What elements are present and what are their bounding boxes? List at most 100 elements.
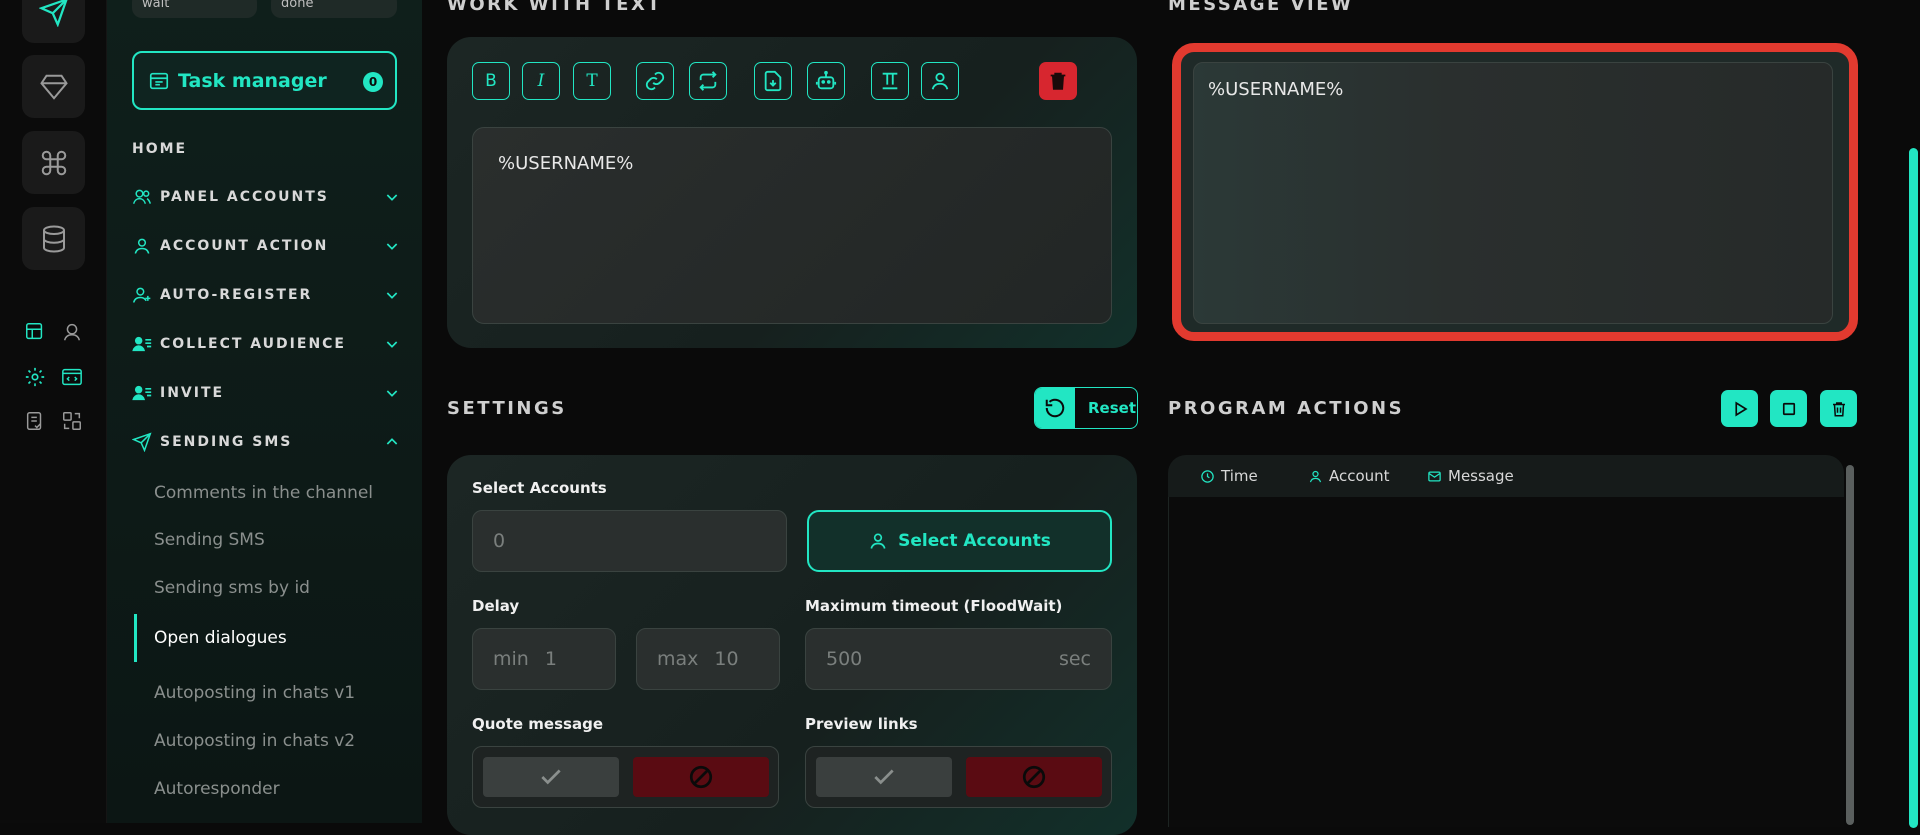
nav-home[interactable]: HOME: [132, 141, 187, 157]
forbidden-icon: [1022, 765, 1046, 789]
italic-button[interactable]: I: [522, 62, 560, 100]
quote-message-label: Quote message: [472, 715, 603, 733]
user-list-icon: [132, 336, 152, 352]
sidebar: wait done Task manager 0 HOME PANEL ACCO…: [107, 0, 422, 823]
rail-database-button[interactable]: [22, 207, 85, 270]
column-message: Message: [1427, 467, 1514, 485]
chevron-down-icon: [386, 243, 398, 250]
bot-button[interactable]: [807, 62, 845, 100]
rail-send-button[interactable]: [22, 0, 85, 43]
database-icon: [42, 225, 65, 253]
user-icon: [134, 238, 150, 254]
username-button[interactable]: [921, 62, 959, 100]
user-plus-icon: [132, 287, 151, 303]
timeout-label: Maximum timeout (FloodWait): [805, 597, 1063, 615]
start-button[interactable]: [1721, 390, 1758, 427]
rail-mini-swap-button[interactable]: [59, 408, 85, 434]
nav-sending-sms[interactable]: SENDING SMS: [132, 430, 400, 454]
quote-no-button[interactable]: [633, 757, 769, 797]
stop-button[interactable]: [1770, 390, 1807, 427]
rail-mini-code-button[interactable]: [59, 364, 85, 390]
sub-item-autoposting-v2[interactable]: Autoposting in chats v2: [134, 726, 424, 756]
bold-icon: B: [485, 71, 497, 91]
send-icon: [38, 0, 67, 27]
users-icon: [132, 189, 152, 204]
actions-scrollbar[interactable]: [1846, 465, 1854, 825]
nav-label: SENDING SMS: [160, 434, 293, 450]
nav-account-action[interactable]: ACCOUNT ACTION: [132, 234, 400, 258]
sub-item-comments-in-channel[interactable]: Comments in the channel: [134, 478, 424, 508]
sub-item-sending-sms-by-id[interactable]: Sending sms by id: [134, 573, 424, 603]
text-button[interactable]: T: [573, 62, 611, 100]
nav-label: AUTO-REGISTER: [160, 287, 313, 303]
clear-text-button[interactable]: [1039, 62, 1077, 100]
task-list-icon: [149, 72, 169, 89]
gear-icon: [25, 367, 45, 387]
preview-yes-button[interactable]: [816, 757, 952, 797]
delay-min-input[interactable]: min 1: [472, 628, 616, 690]
forbidden-icon: [689, 765, 713, 789]
delay-max-input[interactable]: max 10: [636, 628, 780, 690]
check-icon: [541, 769, 561, 785]
repeat-button[interactable]: [689, 62, 727, 100]
task-manager-button[interactable]: Task manager 0: [132, 51, 397, 110]
rail-mini-user-button[interactable]: [59, 319, 85, 345]
rail-diamond-button[interactable]: [22, 55, 85, 118]
sub-item-open-dialogues[interactable]: Open dialogues: [134, 614, 424, 662]
icon-rail: [0, 0, 107, 823]
bold-button[interactable]: B: [472, 62, 510, 100]
nav-panel-accounts[interactable]: PANEL ACCOUNTS: [132, 185, 400, 209]
rail-command-button[interactable]: [22, 131, 85, 194]
table-gear-icon: [26, 323, 43, 340]
work-with-text-title: WORK WITH TEXT: [447, 0, 663, 15]
quote-yes-button[interactable]: [483, 757, 619, 797]
file-download-icon: [764, 70, 782, 92]
sub-item-autoposting-v1[interactable]: Autoposting in chats v1: [134, 678, 424, 708]
nav-collect-audience[interactable]: COLLECT AUDIENCE: [132, 332, 400, 356]
import-file-button[interactable]: [754, 62, 792, 100]
user-list-icon: [132, 385, 152, 401]
command-icon: [41, 150, 66, 175]
select-accounts-button-label: Select Accounts: [898, 531, 1051, 551]
clear-log-button[interactable]: [1820, 390, 1857, 427]
text-format-icon: [882, 72, 898, 90]
rail-mini-table-button[interactable]: [22, 319, 48, 345]
column-account: Account: [1308, 467, 1390, 485]
rail-mini-checklist-button[interactable]: [22, 408, 48, 434]
selected-accounts-value: 0: [493, 530, 506, 552]
preview-no-button[interactable]: [966, 757, 1102, 797]
sub-item-autoresponder[interactable]: Autoresponder: [134, 774, 424, 804]
link-button[interactable]: [636, 62, 674, 100]
timeout-unit: sec: [1058, 648, 1091, 670]
send-icon: [132, 432, 152, 452]
delay-min-label: min: [493, 648, 529, 670]
mail-icon: [1428, 471, 1441, 481]
rail-mini-settings-button[interactable]: [22, 364, 48, 390]
nav-label: ACCOUNT ACTION: [160, 238, 329, 254]
timeout-value: 500: [826, 648, 863, 670]
user-icon: [1309, 470, 1322, 482]
trash-icon: [1050, 72, 1066, 90]
column-time: Time: [1200, 467, 1258, 485]
column-message-label: Message: [1448, 467, 1514, 485]
nav-auto-register[interactable]: AUTO-REGISTER: [132, 283, 400, 307]
page-scrollbar[interactable]: [1909, 148, 1918, 828]
message-textarea[interactable]: %USERNAME%: [472, 127, 1112, 324]
select-accounts-button[interactable]: Select Accounts: [807, 510, 1112, 572]
link-icon: [645, 71, 665, 91]
chevron-down-icon: [386, 341, 398, 348]
reset-button[interactable]: Reset: [1034, 387, 1138, 429]
format-text-button[interactable]: [871, 62, 909, 100]
italic-icon: I: [537, 71, 545, 91]
timeout-input[interactable]: 500 sec: [805, 628, 1112, 690]
reset-icon: [1045, 398, 1065, 418]
nav-invite[interactable]: INVITE: [132, 381, 400, 405]
message-preview: %USERNAME%: [1193, 62, 1833, 324]
nav-label: PANEL ACCOUNTS: [160, 189, 329, 205]
user-circle-icon: [63, 323, 81, 341]
reset-label: Reset: [1088, 399, 1136, 417]
sub-item-sending-sms[interactable]: Sending SMS: [134, 525, 424, 555]
repeat-icon: [699, 71, 717, 91]
user-icon: [870, 533, 886, 549]
settings-title: SETTINGS: [447, 398, 567, 419]
